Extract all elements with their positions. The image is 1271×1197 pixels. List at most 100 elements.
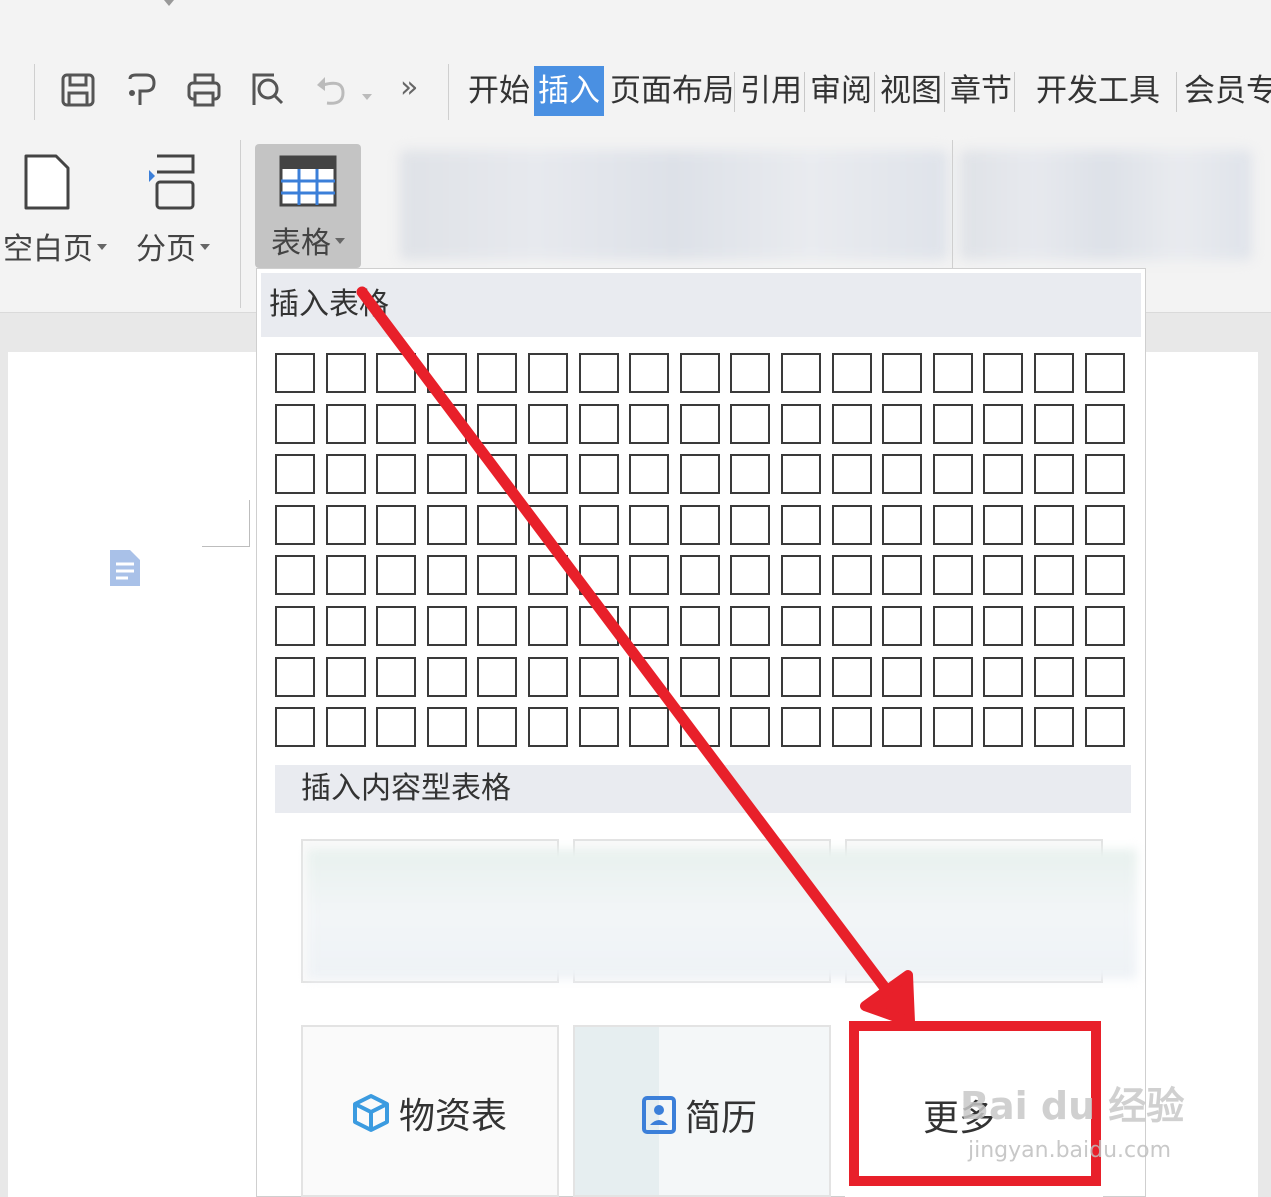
- grid-cell[interactable]: [680, 454, 720, 494]
- grid-cell[interactable]: [933, 454, 973, 494]
- grid-cell[interactable]: [528, 707, 568, 747]
- grid-cell[interactable]: [477, 707, 517, 747]
- grid-cell[interactable]: [629, 454, 669, 494]
- grid-cell[interactable]: [680, 555, 720, 595]
- grid-cell[interactable]: [1085, 404, 1125, 444]
- grid-cell[interactable]: [326, 555, 366, 595]
- grid-cell[interactable]: [933, 657, 973, 697]
- grid-cell[interactable]: [376, 707, 416, 747]
- grid-cell[interactable]: [528, 404, 568, 444]
- grid-cell[interactable]: [427, 606, 467, 646]
- tab-review[interactable]: 审阅: [806, 66, 876, 116]
- grid-cell[interactable]: [528, 606, 568, 646]
- grid-cell[interactable]: [579, 657, 619, 697]
- grid-cell[interactable]: [730, 707, 770, 747]
- grid-cell[interactable]: [326, 657, 366, 697]
- grid-cell[interactable]: [427, 454, 467, 494]
- grid-cell[interactable]: [1034, 555, 1074, 595]
- table-button[interactable]: 表格: [255, 144, 361, 268]
- grid-cell[interactable]: [1034, 707, 1074, 747]
- grid-cell[interactable]: [376, 505, 416, 545]
- grid-cell[interactable]: [326, 353, 366, 393]
- grid-cell[interactable]: [427, 404, 467, 444]
- grid-cell[interactable]: [376, 454, 416, 494]
- grid-cell[interactable]: [579, 505, 619, 545]
- grid-cell[interactable]: [477, 606, 517, 646]
- grid-cell[interactable]: [629, 353, 669, 393]
- grid-cell[interactable]: [528, 555, 568, 595]
- grid-cell[interactable]: [579, 353, 619, 393]
- grid-cell[interactable]: [983, 505, 1023, 545]
- grid-cell[interactable]: [680, 404, 720, 444]
- grid-cell[interactable]: [1085, 353, 1125, 393]
- grid-cell[interactable]: [326, 707, 366, 747]
- chevron-down-icon[interactable]: [164, 0, 174, 6]
- undo-icon[interactable]: [312, 70, 352, 110]
- grid-cell[interactable]: [781, 707, 821, 747]
- grid-cell[interactable]: [832, 505, 872, 545]
- grid-cell[interactable]: [477, 454, 517, 494]
- grid-cell[interactable]: [933, 555, 973, 595]
- grid-cell[interactable]: [730, 657, 770, 697]
- grid-cell[interactable]: [730, 404, 770, 444]
- grid-cell[interactable]: [376, 555, 416, 595]
- grid-cell[interactable]: [477, 404, 517, 444]
- grid-cell[interactable]: [882, 505, 922, 545]
- blank-page-button[interactable]: 空白页: [0, 150, 110, 270]
- grid-cell[interactable]: [326, 404, 366, 444]
- grid-cell[interactable]: [427, 353, 467, 393]
- grid-cell[interactable]: [275, 404, 315, 444]
- grid-cell[interactable]: [1085, 454, 1125, 494]
- grid-cell[interactable]: [730, 505, 770, 545]
- grid-cell[interactable]: [730, 454, 770, 494]
- grid-cell[interactable]: [983, 606, 1023, 646]
- grid-cell[interactable]: [983, 404, 1023, 444]
- grid-cell[interactable]: [477, 555, 517, 595]
- page-break-button[interactable]: 分页: [128, 150, 218, 270]
- grid-cell[interactable]: [832, 657, 872, 697]
- paragraph-icon[interactable]: [108, 548, 142, 588]
- tab-reference[interactable]: 引用: [736, 66, 806, 116]
- undo-dropdown-caret[interactable]: [358, 86, 372, 105]
- print-preview-icon[interactable]: [247, 70, 287, 110]
- grid-cell[interactable]: [629, 707, 669, 747]
- grid-cell[interactable]: [832, 606, 872, 646]
- grid-cell[interactable]: [882, 353, 922, 393]
- grid-cell[interactable]: [983, 353, 1023, 393]
- grid-cell[interactable]: [528, 353, 568, 393]
- grid-cell[interactable]: [1085, 606, 1125, 646]
- grid-cell[interactable]: [275, 505, 315, 545]
- grid-cell[interactable]: [477, 657, 517, 697]
- document-page-right[interactable]: [1146, 352, 1258, 1197]
- grid-cell[interactable]: [629, 606, 669, 646]
- grid-cell[interactable]: [730, 606, 770, 646]
- grid-cell[interactable]: [579, 404, 619, 444]
- tab-developer[interactable]: 开发工具: [1032, 66, 1164, 116]
- grid-cell[interactable]: [680, 657, 720, 697]
- grid-cell[interactable]: [781, 657, 821, 697]
- grid-cell[interactable]: [882, 454, 922, 494]
- grid-cell[interactable]: [680, 606, 720, 646]
- grid-cell[interactable]: [832, 707, 872, 747]
- grid-cell[interactable]: [933, 606, 973, 646]
- grid-cell[interactable]: [933, 404, 973, 444]
- grid-cell[interactable]: [680, 707, 720, 747]
- grid-cell[interactable]: [1034, 657, 1074, 697]
- grid-cell[interactable]: [1034, 454, 1074, 494]
- grid-cell[interactable]: [781, 505, 821, 545]
- grid-cell[interactable]: [781, 353, 821, 393]
- grid-cell[interactable]: [528, 657, 568, 697]
- grid-cell[interactable]: [376, 353, 416, 393]
- grid-cell[interactable]: [528, 454, 568, 494]
- grid-cell[interactable]: [275, 707, 315, 747]
- format-painter-icon[interactable]: [121, 70, 161, 110]
- grid-cell[interactable]: [629, 657, 669, 697]
- grid-cell[interactable]: [933, 707, 973, 747]
- grid-cell[interactable]: [629, 505, 669, 545]
- grid-cell[interactable]: [275, 454, 315, 494]
- print-icon[interactable]: [184, 70, 224, 110]
- grid-cell[interactable]: [427, 707, 467, 747]
- tab-view[interactable]: 视图: [876, 66, 946, 116]
- grid-cell[interactable]: [579, 555, 619, 595]
- grid-cell[interactable]: [933, 505, 973, 545]
